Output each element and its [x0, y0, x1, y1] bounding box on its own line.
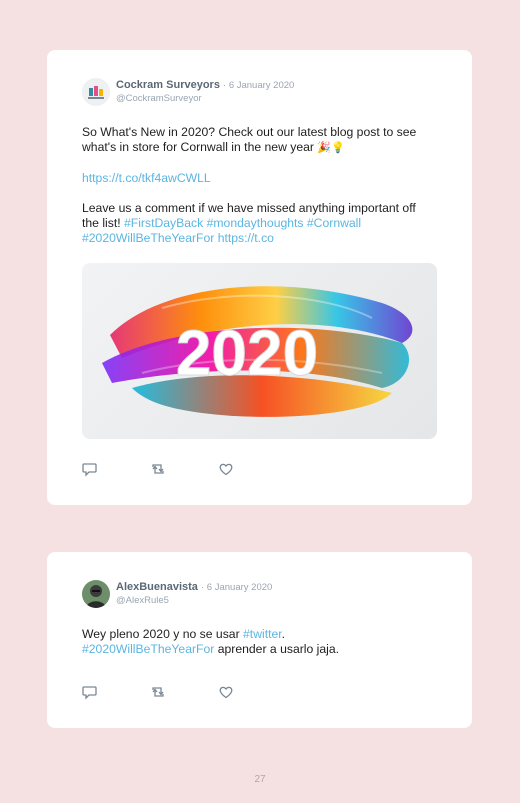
- tweet-link[interactable]: https://t.co/tkf4awCWLL: [82, 171, 211, 185]
- person-avatar-icon: [82, 580, 110, 608]
- tweet-paragraph: So What's New in 2020? Check out our lat…: [82, 125, 432, 156]
- hashtag-link[interactable]: #2020WillBeTheYearFor: [82, 642, 214, 656]
- tweet-card: AlexBuenavista · 6 January 2020 @AlexRul…: [47, 552, 472, 728]
- tweet-media-image[interactable]: 2020: [82, 263, 437, 439]
- retweet-icon[interactable]: [150, 684, 166, 700]
- author-handle[interactable]: @CockramSurveyor: [116, 93, 202, 104]
- paint-swirl-2020-image: 2020: [102, 286, 413, 417]
- tweet-paragraph: Wey pleno 2020 y no se usar #twitter. #20…: [82, 627, 432, 657]
- author-handle[interactable]: @AlexRule5: [116, 595, 169, 606]
- hashtag-link[interactable]: #twitter: [243, 627, 282, 641]
- tweet-paragraph: Leave us a comment if we have missed any…: [82, 201, 432, 246]
- company-logo-icon: [82, 78, 110, 106]
- tweet-text: aprender a usarlo jaja.: [214, 642, 340, 656]
- tweet-paragraph: https://t.co/tkf4awCWLL: [82, 171, 432, 186]
- tweet-body: So What's New in 2020? Check out our lat…: [82, 125, 432, 246]
- heart-icon[interactable]: [218, 684, 234, 700]
- tweet-actions: [82, 684, 242, 700]
- avatar[interactable]: [82, 78, 110, 106]
- heart-icon[interactable]: [218, 461, 234, 477]
- tweet-card: Cockram Surveyors · 6 January 2020 @Cock…: [47, 50, 472, 505]
- author-name[interactable]: Cockram Surveyors: [116, 79, 220, 91]
- page-number: 27: [254, 774, 266, 785]
- tweet-text: Wey pleno 2020 y no se usar: [82, 627, 244, 641]
- tweet-actions: [82, 461, 242, 477]
- retweet-icon[interactable]: [150, 461, 166, 477]
- tweet-date[interactable]: · 6 January 2020: [223, 80, 294, 91]
- tweet-date[interactable]: · 6 January 2020: [201, 582, 272, 593]
- reply-icon[interactable]: [82, 461, 98, 477]
- tweet-text: So What's New in 2020? Check out our lat…: [82, 125, 417, 154]
- author-name[interactable]: AlexBuenavista: [116, 581, 198, 593]
- avatar[interactable]: [82, 580, 110, 608]
- tweet-text: .: [281, 627, 286, 641]
- media-year-text: 2020: [176, 317, 318, 389]
- party-lightbulb-emoji: 🎉💡: [317, 142, 345, 154]
- reply-icon[interactable]: [82, 684, 98, 700]
- hashtag-links[interactable]: #FirstDayBack #mondaythoughts #Cornwall …: [82, 216, 361, 245]
- tweet-body: Wey pleno 2020 y no se usar #twitter. #20…: [82, 627, 432, 657]
